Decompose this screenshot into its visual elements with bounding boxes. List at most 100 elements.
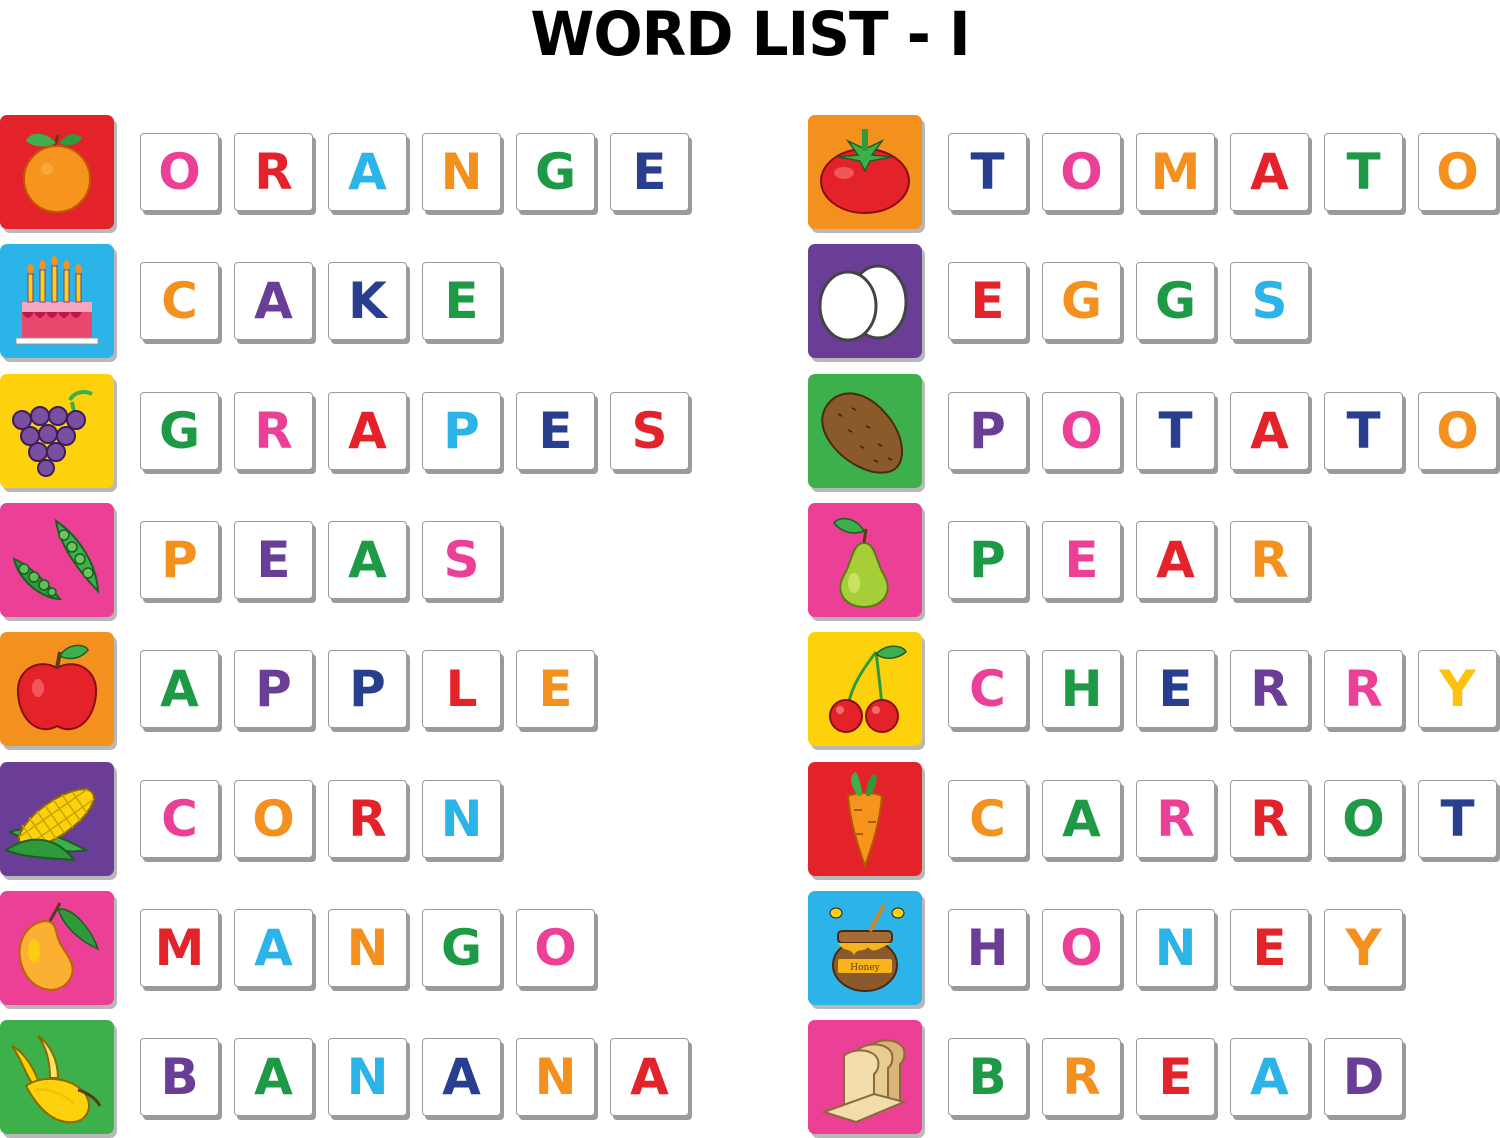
letter-tile: S [422, 520, 501, 599]
word-row-pear: PEAR [808, 502, 1500, 621]
honey-jar-label: Honey [850, 963, 880, 973]
letter-tile: D [1324, 1038, 1403, 1117]
letter-tile: A [1230, 133, 1309, 211]
word-row-corn: CORN [0, 761, 700, 880]
word-row-cake: CAKE [0, 244, 700, 362]
letter-tile: P [422, 391, 501, 470]
word-row-honey: Honey H O N E Y [808, 890, 1500, 1009]
letter-tile: E [610, 133, 689, 211]
letter-tile: Y [1418, 650, 1497, 729]
cake-icon [0, 244, 114, 359]
letter-tile: E [516, 391, 595, 470]
letter-tile: T [948, 133, 1027, 211]
word-row-apple: APPLE [0, 632, 700, 750]
letter-tile: O [1324, 779, 1403, 858]
letter-tile: N [516, 1038, 595, 1117]
letter-tile: A [1230, 391, 1309, 470]
letter-tile: P [948, 520, 1027, 599]
letter-tile: S [610, 391, 689, 470]
letter-tile: R [328, 779, 407, 858]
letter-tile: H [1042, 650, 1121, 729]
letter-tile: A [1042, 779, 1121, 858]
letter-tile: O [140, 133, 219, 211]
bread-icon [808, 1020, 922, 1135]
letter-tile: O [1042, 391, 1121, 470]
word-row-bread: BREAD [808, 1020, 1500, 1138]
letter-tile: G [422, 908, 501, 987]
word-row-grapes: GRAPES [0, 373, 700, 492]
letter-tile: A [140, 650, 219, 729]
letter-tile: R [234, 133, 313, 211]
peas-icon [0, 502, 114, 617]
banana-icon [0, 1020, 114, 1135]
pear-icon [808, 502, 922, 617]
letter-tile: C [948, 779, 1027, 858]
letter-tile: T [1324, 133, 1403, 211]
letter-tile: N [328, 908, 407, 987]
letter-tile: T [1418, 779, 1497, 858]
letter-tile: R [1042, 1038, 1121, 1117]
letter-tile: H [948, 908, 1027, 987]
word-row-banana: BANANA [0, 1020, 700, 1138]
letter-tile: S [1230, 262, 1309, 341]
letter-tile: P [234, 650, 313, 729]
letter-tile: N [1136, 908, 1215, 987]
letter-tile: A [328, 391, 407, 470]
letter-tile: A [1230, 1038, 1309, 1117]
letter-tile: L [422, 650, 501, 729]
letter-tile: A [610, 1038, 689, 1117]
letter-tile: A [328, 520, 407, 599]
tomato-icon [808, 115, 922, 229]
letter-tile: R [1230, 779, 1309, 858]
word-row-cherry: CHERRY [808, 632, 1500, 750]
apple-icon [0, 632, 114, 747]
letter-tile: T [1324, 391, 1403, 470]
letter-tile: R [1324, 650, 1403, 729]
letter-tile: P [948, 391, 1027, 470]
letter-tile: E [516, 650, 595, 729]
letter-tile: O [1042, 908, 1121, 987]
letter-tile: O [1042, 133, 1121, 211]
letter-tile: P [328, 650, 407, 729]
word-row-tomato: TOMATO [808, 115, 1500, 233]
word-row-eggs: EGGS [808, 244, 1500, 362]
letter-tile: O [1418, 391, 1497, 470]
letter-tile: C [948, 650, 1027, 729]
letter-tile: R [1136, 779, 1215, 858]
letter-tile: R [234, 391, 313, 470]
letter-tile: B [140, 1038, 219, 1117]
letter-tile: A [234, 262, 313, 341]
letter-tile: G [516, 133, 595, 211]
letter-tile: E [1136, 1038, 1215, 1117]
letter-tile: B [948, 1038, 1027, 1117]
word-row-potato: POTATO [808, 373, 1500, 492]
word-row-orange: ORANGE [0, 115, 700, 233]
letter-tile: E [948, 262, 1027, 341]
letter-tile: A [328, 133, 407, 211]
letter-tile: C [140, 262, 219, 341]
letter-tile: R [1230, 650, 1309, 729]
word-row-mango: MANGO [0, 890, 700, 1009]
letter-tile: N [328, 1038, 407, 1117]
eggs-icon [808, 244, 922, 359]
honey-icon: Honey [808, 890, 922, 1005]
grapes-icon [0, 373, 114, 488]
letter-tile: E [234, 520, 313, 599]
cherry-icon [808, 632, 922, 747]
letter-tile: N [422, 133, 501, 211]
letter-tile: G [1136, 262, 1215, 341]
letter-tile: A [234, 908, 313, 987]
letter-tile: C [140, 779, 219, 858]
corn-icon [0, 761, 114, 876]
letter-tile: T [1136, 391, 1215, 470]
letter-tile: O [234, 779, 313, 858]
letter-tile: A [422, 1038, 501, 1117]
letter-tile: R [1230, 520, 1309, 599]
page-title: WORD LIST - I [530, 0, 970, 70]
letter-tile: M [140, 908, 219, 987]
letter-tile: P [140, 520, 219, 599]
letter-tile: N [422, 779, 501, 858]
letter-tile: G [140, 391, 219, 470]
letter-tile: O [1418, 133, 1497, 211]
mango-icon [0, 890, 114, 1005]
